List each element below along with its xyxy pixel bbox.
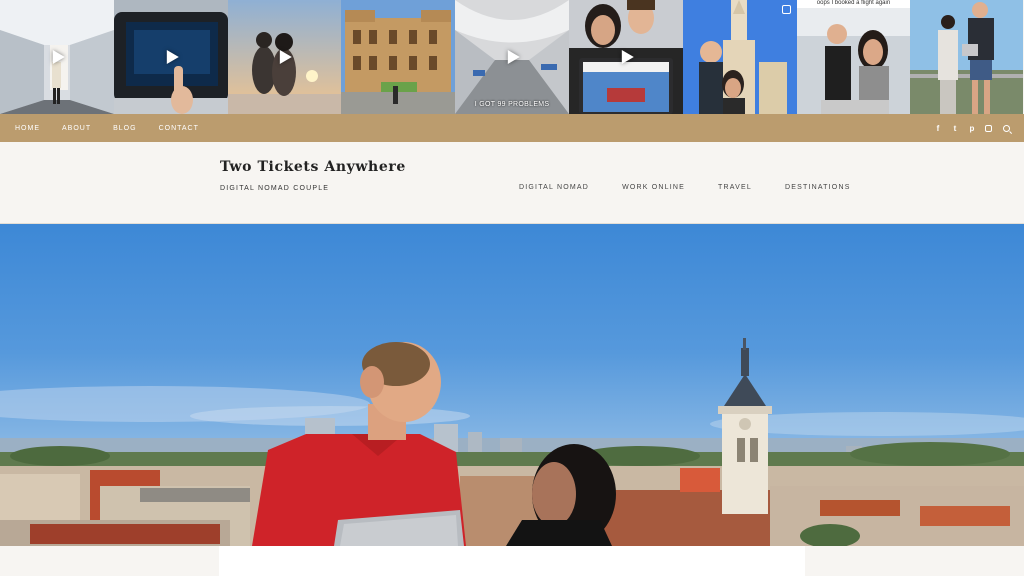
- play-icon: [507, 50, 520, 64]
- instagram-feed: I GOT 99 PROBLEMS oops I booked a flight…: [0, 0, 1024, 114]
- site-tagline: DIGITAL NOMAD COUPLE: [220, 185, 330, 192]
- nav-destinations-link[interactable]: DESTINATIONS: [785, 184, 851, 191]
- play-icon: [280, 50, 293, 64]
- instagram-post-4[interactable]: [341, 0, 456, 114]
- top-nav-bar: HOME ABOUT BLOG CONTACT f t p: [0, 114, 1024, 142]
- nav-blog-link[interactable]: BLOG: [113, 125, 136, 132]
- main-nav: DIGITAL NOMAD WORK ONLINE TRAVEL DESTINA…: [519, 184, 884, 191]
- top-nav: HOME ABOUT BLOG CONTACT: [15, 125, 221, 132]
- post-image: [682, 0, 797, 114]
- twitter-icon[interactable]: t: [951, 124, 959, 133]
- post-caption: oops I booked a flight again: [816, 0, 891, 6]
- nav-about-link[interactable]: ABOUT: [62, 125, 91, 132]
- play-icon: [52, 50, 65, 64]
- instagram-post-3[interactable]: [227, 0, 342, 114]
- carousel-icon: [781, 5, 791, 14]
- nav-digital-nomad-link[interactable]: DIGITAL NOMAD: [519, 184, 589, 191]
- post-caption: I GOT 99 PROBLEMS: [474, 101, 550, 108]
- site-title[interactable]: Two Tickets Anywhere: [220, 159, 406, 175]
- hero-photo: [0, 338, 1024, 546]
- content-panel: [219, 546, 805, 576]
- instagram-post-5[interactable]: I GOT 99 PROBLEMS: [455, 0, 569, 114]
- site-header: Two Tickets Anywhere DIGITAL NOMAD COUPL…: [0, 142, 1024, 224]
- instagram-post-9[interactable]: [910, 0, 1024, 114]
- play-icon: [166, 50, 179, 64]
- facebook-icon[interactable]: f: [934, 124, 942, 133]
- hero-image: [0, 224, 1024, 546]
- post-image: [341, 0, 456, 114]
- social-links: f t p: [925, 114, 1010, 142]
- play-icon: [621, 50, 634, 64]
- instagram-post-7[interactable]: [682, 0, 797, 114]
- pinterest-icon[interactable]: p: [968, 124, 976, 133]
- post-image: [910, 0, 1024, 114]
- search-icon[interactable]: [1003, 124, 1010, 132]
- instagram-post-2[interactable]: [113, 0, 228, 114]
- nav-travel-link[interactable]: TRAVEL: [718, 184, 752, 191]
- post-image: [796, 0, 911, 114]
- instagram-post-6[interactable]: [568, 0, 683, 114]
- nav-home-link[interactable]: HOME: [15, 125, 40, 132]
- nav-work-online-link[interactable]: WORK ONLINE: [622, 184, 685, 191]
- instagram-icon[interactable]: [985, 124, 992, 132]
- nav-contact-link[interactable]: CONTACT: [159, 125, 199, 132]
- instagram-post-8[interactable]: oops I booked a flight again: [796, 0, 911, 114]
- instagram-post-1[interactable]: [0, 0, 114, 114]
